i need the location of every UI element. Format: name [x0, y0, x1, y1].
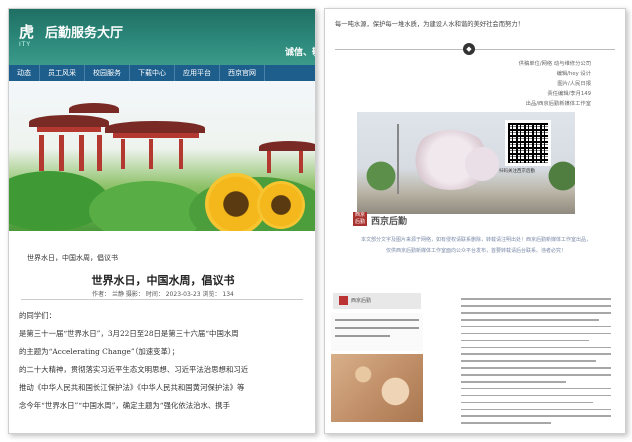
- credits: 供稿单位/网络 动与维修分公司 编辑/hey 设计 图片/人民日报 责任编辑/李…: [519, 59, 591, 109]
- credit-line: 责任编辑/李月149: [547, 91, 591, 97]
- site-logo[interactable]: 虎: [19, 21, 34, 42]
- nav-item-news[interactable]: 动态: [9, 65, 40, 81]
- credit-line: 编辑/hey 设计: [556, 71, 591, 77]
- site-header: 虎 ITY 后勤服务大厅 诚信、敬: [9, 9, 315, 65]
- credit-line: 出品/西京后勤新媒体工作室: [525, 101, 591, 107]
- article-meta: 作者： 兰静 摄影： 时间： 2023-03-23 浏览： 134: [92, 291, 234, 298]
- nav-item-downloads[interactable]: 下载中心: [130, 65, 175, 81]
- copyright-notice: 本文部分文字及图片来源于网络，如有侵权请联系删除，转载请注明出处！西京后勤新媒体…: [347, 235, 605, 257]
- sand-hand-photo: [331, 354, 423, 422]
- article-body: 的同学们： 是第三十一届“世界水日”，3月22日至28日是第三十六届“中国水周 …: [19, 307, 315, 415]
- credit-line: 供稿单位/网络 动与维修分公司: [518, 61, 591, 67]
- notice-line: 本文部分文字及图片来源于网络，如有侵权请联系删除，转载请注明出处！西京后勤新媒体…: [360, 237, 591, 243]
- divider: [21, 299, 303, 300]
- banner-image: [9, 81, 315, 231]
- paragraph: 的主题为“Accelerating Change”（加速变革）；: [19, 347, 179, 356]
- paragraph: 是第三十一届“世界水日”，3月22日至28日是第三十六届“中国水周: [19, 329, 239, 338]
- qr-label: 扫码关注西京后勤: [499, 169, 535, 174]
- nav-item-staff[interactable]: 员工风采: [40, 65, 85, 81]
- site-slogan: 诚信、敬: [284, 48, 315, 58]
- notice-line: 仅供西京后勤新媒体工作室面向公众平台发布，首要转载请后台联系。违者必究！: [385, 248, 566, 254]
- brand-name: 西京后勤: [371, 217, 408, 227]
- site-title[interactable]: 后勤服务大厅: [45, 22, 123, 41]
- divider: [335, 49, 615, 50]
- brand-logo-icon: 西京 后勤: [353, 212, 367, 226]
- campus-photo: 扫码关注西京后勤: [357, 112, 575, 214]
- nav-item-apps[interactable]: 应用平台: [175, 65, 220, 81]
- divider-icon: ◆: [463, 43, 475, 55]
- main-nav: 动态 员工风采 校园服务 下载中心 应用平台 西京官网: [9, 65, 315, 81]
- credit-line: 图片/人民日报: [557, 81, 591, 87]
- paragraph: 的同学们：: [19, 311, 56, 320]
- right-wechat-article: 每一吨水源，保护每一堆水质，为建设人水和谐的美好社会而努力！ ◆ 供稿单位/网络…: [324, 8, 626, 434]
- brand-mini-icon: [339, 296, 348, 305]
- paragraph: 念今年“世界水日”“中国水周”，确定主题为“强化依法治水、携手: [19, 401, 231, 410]
- site-logo-subtext: ITY: [19, 41, 32, 48]
- left-article-page: 虎 ITY 后勤服务大厅 诚信、敬 动态 员工风采 校园服务 下载中心 应用平台…: [8, 8, 316, 434]
- nav-item-campus-services[interactable]: 校园服务: [85, 65, 130, 81]
- document-text-block: [461, 293, 611, 424]
- thumbnail-header-text: 西京后勤: [351, 298, 372, 304]
- qr-code[interactable]: [505, 120, 551, 166]
- paragraph: 推动《中华人民共和国长江保护法》《中华人民共和国黄河保护法》等: [19, 383, 245, 392]
- slogan-text: 每一吨水源，保护每一堆水质，为建设人水和谐的美好社会而努力！: [335, 21, 524, 28]
- article-title: 世界水日，中国水周，倡议书: [91, 274, 235, 287]
- nav-item-official-site[interactable]: 西京官网: [220, 65, 265, 81]
- thumbnail-text-block: [331, 313, 423, 351]
- image-caption: 世界水日，中国水周，倡议书: [27, 254, 118, 262]
- paragraph: 的二十大精神，贯彻落实习近平生态文明思想、习近平法治思想和习近: [19, 365, 249, 374]
